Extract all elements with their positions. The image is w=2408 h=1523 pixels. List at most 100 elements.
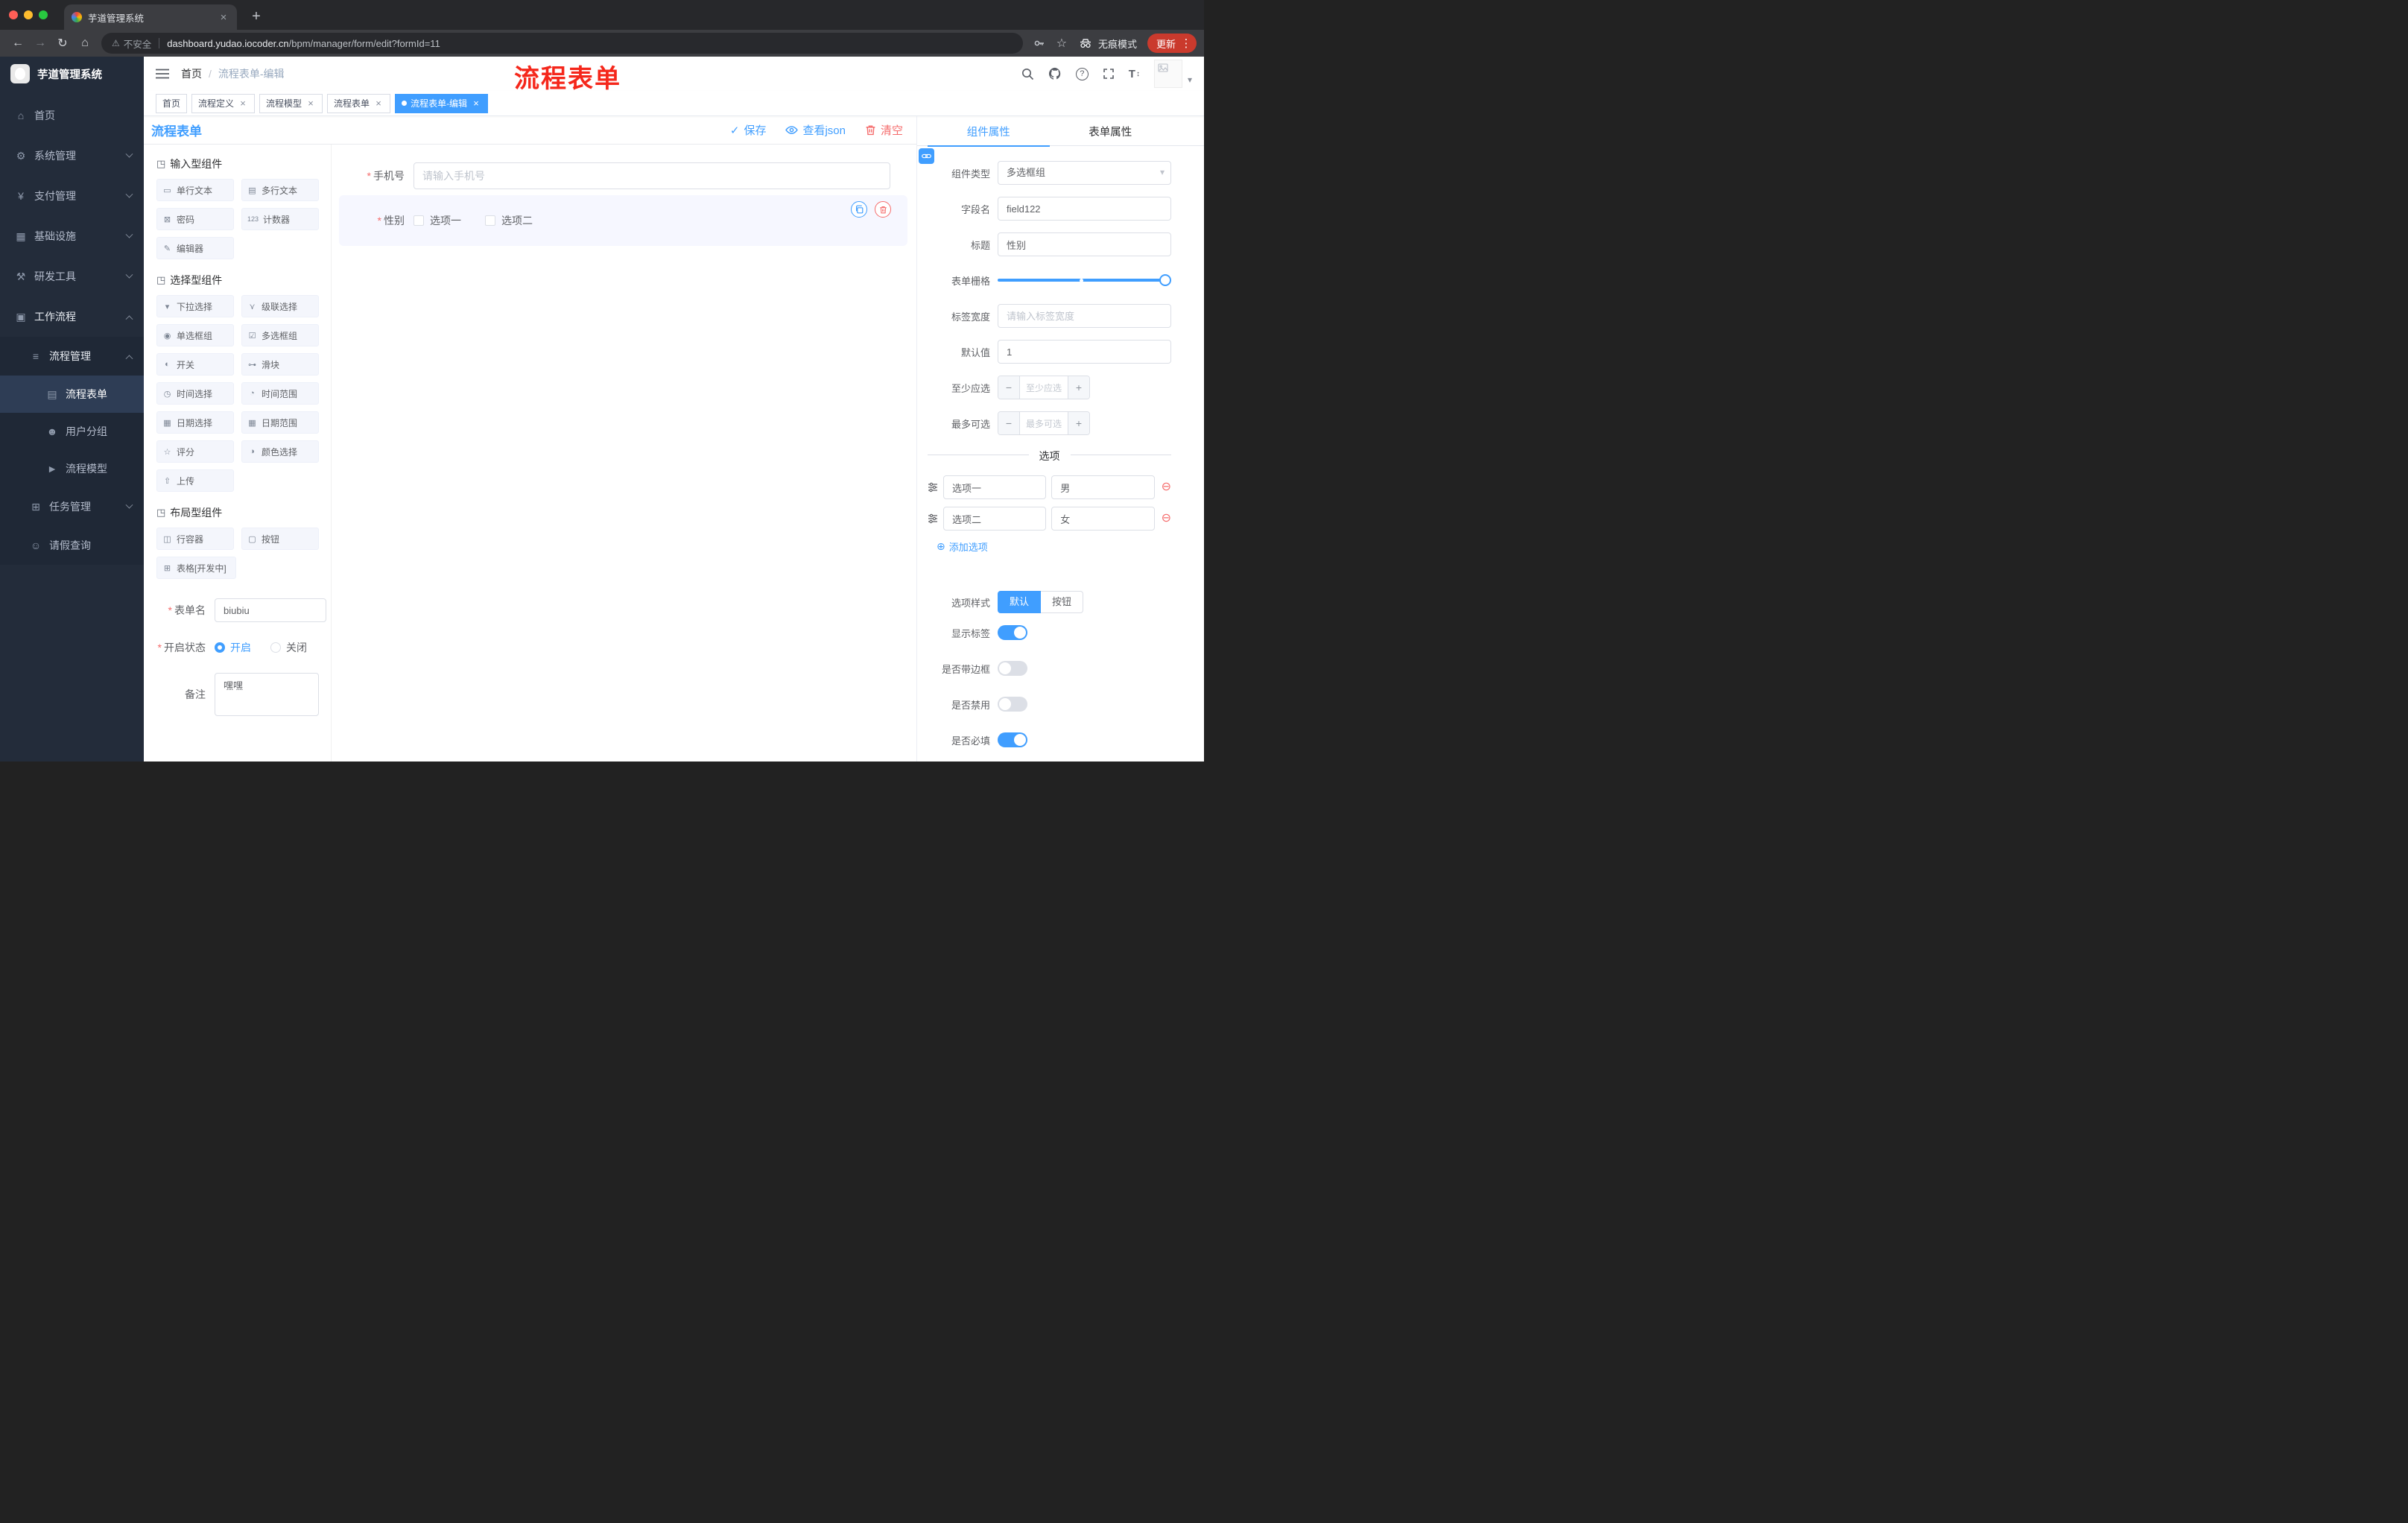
default-value-input[interactable] <box>998 340 1171 364</box>
palette-item-color-picker[interactable]: ◑ 颜色选择 <box>241 440 319 463</box>
style-default-button[interactable]: 默认 <box>998 591 1042 613</box>
palette-item-date-picker[interactable]: ▦ 日期选择 <box>156 411 234 434</box>
github-icon[interactable] <box>1048 67 1062 80</box>
component-type-select[interactable]: 多选框组 ▾ <box>998 161 1171 185</box>
menu-kebab-icon[interactable]: ⋮ <box>1179 37 1194 50</box>
option2-value-input[interactable] <box>1051 507 1155 531</box>
forward-icon[interactable]: → <box>30 33 51 54</box>
back-icon[interactable]: ← <box>7 33 28 54</box>
palette-item-counter[interactable]: 123 计数器 <box>241 208 319 230</box>
sidebar-item-user-group[interactable]: ☻ 用户分组 <box>0 413 144 450</box>
reload-icon[interactable]: ↻ <box>52 33 73 54</box>
status-radio-off[interactable]: 关闭 <box>270 640 307 655</box>
user-avatar[interactable] <box>1153 60 1182 88</box>
sidebar-item-home[interactable]: ⌂ 首页 <box>0 95 144 136</box>
palette-item-password[interactable]: ⊠ 密码 <box>156 208 234 230</box>
sidebar-item-process-form[interactable]: ▤ 流程表单 <box>0 376 144 413</box>
font-size-icon[interactable]: T ↕ <box>1129 68 1140 80</box>
tag-process-form-edit[interactable]: 流程表单-编辑 × <box>395 93 489 113</box>
decrease-icon[interactable]: − <box>998 376 1020 399</box>
bookmark-star-icon[interactable]: ☆ <box>1051 33 1072 54</box>
add-option-button[interactable]: ⊕ 添加选项 <box>937 539 988 554</box>
window-zoom-button[interactable] <box>39 10 48 19</box>
new-tab-button[interactable]: + <box>247 8 265 25</box>
save-button[interactable]: ✓ 保存 <box>730 122 767 138</box>
option1-label-input[interactable] <box>943 475 1047 499</box>
palette-item-upload[interactable]: ⇧ 上传 <box>156 469 234 492</box>
tag-process-definition[interactable]: 流程定义 × <box>191 93 256 113</box>
palette-item-text-input[interactable]: ▭ 单行文本 <box>156 179 234 201</box>
palette-item-radio-group[interactable]: ◉ 单选框组 <box>156 324 234 346</box>
max-select-placeholder[interactable]: 最多可选 <box>1020 412 1068 434</box>
tag-home[interactable]: 首页 <box>156 93 188 113</box>
border-toggle[interactable] <box>998 661 1027 676</box>
palette-item-slider[interactable]: ⊶ 滑块 <box>241 353 319 376</box>
url-path[interactable]: /bpm/manager/form/edit?formId=11 <box>289 38 1013 49</box>
sidebar-item-process-management[interactable]: ≡ 流程管理 <box>0 337 144 376</box>
gender-checkbox-option2[interactable]: 选项二 <box>485 213 533 228</box>
tag-process-form[interactable]: 流程表单 × <box>327 93 391 113</box>
password-key-icon[interactable] <box>1029 33 1050 54</box>
window-minimize-button[interactable] <box>24 10 33 19</box>
palette-item-editor[interactable]: ✎ 编辑器 <box>156 237 234 259</box>
fullscreen-icon[interactable] <box>1103 68 1115 80</box>
palette-item-textarea[interactable]: ▤ 多行文本 <box>241 179 319 201</box>
slider-handle[interactable] <box>1159 274 1171 286</box>
decrease-icon[interactable]: − <box>998 412 1020 434</box>
gender-checkbox-option1[interactable]: 选项一 <box>414 213 461 228</box>
form-name-input[interactable] <box>215 598 326 622</box>
browser-tab[interactable]: 芋道管理系统 × <box>64 4 237 30</box>
drag-handle-icon[interactable] <box>928 482 938 493</box>
show-label-toggle[interactable] <box>998 625 1027 640</box>
tag-close-icon[interactable]: × <box>471 98 481 109</box>
sidebar-item-devtools[interactable]: ⚒ 研发工具 <box>0 256 144 297</box>
field-name-input[interactable] <box>998 197 1171 221</box>
window-close-button[interactable] <box>9 10 18 19</box>
breadcrumb-home[interactable]: 首页 <box>181 66 202 81</box>
min-select-placeholder[interactable]: 至少应选 <box>1020 376 1068 399</box>
palette-item-select[interactable]: ▾ 下拉选择 <box>156 295 234 317</box>
search-icon[interactable] <box>1021 68 1034 80</box>
tab-component-props[interactable]: 组件属性 <box>928 116 1050 147</box>
increase-icon[interactable]: + <box>1068 376 1089 399</box>
clear-button[interactable]: 清空 <box>865 122 903 138</box>
palette-item-time-range[interactable]: ◔ 时间范围 <box>241 382 319 405</box>
title-input[interactable] <box>998 232 1171 256</box>
remove-option-icon[interactable]: ⊖ <box>1162 481 1171 493</box>
disabled-toggle[interactable] <box>998 697 1027 712</box>
sidebar-item-workflow[interactable]: ▣ 工作流程 <box>0 297 144 337</box>
sidebar-item-system[interactable]: ⚙ 系统管理 <box>0 136 144 176</box>
copy-widget-button[interactable] <box>851 201 867 218</box>
drag-handle-icon[interactable] <box>928 513 938 524</box>
palette-item-checkbox-group[interactable]: ☑ 多选框组 <box>241 324 319 346</box>
tag-close-icon[interactable]: × <box>238 98 248 109</box>
home-icon[interactable]: ⌂ <box>75 33 95 54</box>
status-radio-on[interactable]: 开启 <box>215 640 251 655</box>
required-toggle[interactable] <box>998 732 1027 747</box>
checkbox-box[interactable] <box>414 215 424 226</box>
palette-item-cascader[interactable]: ⋎ 级联选择 <box>241 295 319 317</box>
label-width-input[interactable] <box>998 304 1171 328</box>
tag-close-icon[interactable]: × <box>373 98 384 109</box>
help-icon[interactable]: ? <box>1075 67 1089 80</box>
update-button[interactable]: 更新 ⋮ <box>1147 34 1197 53</box>
view-json-button[interactable]: 查看json <box>785 122 846 138</box>
tag-close-icon[interactable]: × <box>305 98 316 109</box>
sidebar-item-payment[interactable]: ¥ 支付管理 <box>0 176 144 216</box>
sidebar-item-leave-query[interactable]: ☺ 请假查询 <box>0 526 144 565</box>
palette-item-switch[interactable]: ◐ 开关 <box>156 353 234 376</box>
address-bar[interactable]: ⚠ 不安全 dashboard.yudao.iocoder.cn /bpm/ma… <box>101 33 1023 54</box>
palette-item-row-container[interactable]: ◫ 行容器 <box>156 528 234 550</box>
option1-value-input[interactable] <box>1051 475 1155 499</box>
tag-process-model[interactable]: 流程模型 × <box>259 93 323 113</box>
palette-item-table[interactable]: ⊞ 表格[开发中] <box>156 557 236 579</box>
url-domain[interactable]: dashboard.yudao.iocoder.cn <box>167 38 288 49</box>
palette-item-time-picker[interactable]: ◷ 时间选择 <box>156 382 234 405</box>
form-remark-textarea[interactable]: 嘿嘿 <box>215 673 319 716</box>
palette-item-button[interactable]: ▢ 按钮 <box>241 528 319 550</box>
delete-widget-button[interactable] <box>875 201 891 218</box>
phone-input[interactable] <box>414 162 890 189</box>
tab-close-icon[interactable]: × <box>218 11 229 24</box>
slider-track[interactable] <box>998 279 1168 282</box>
user-caret-icon[interactable]: ▾ <box>1188 75 1192 85</box>
